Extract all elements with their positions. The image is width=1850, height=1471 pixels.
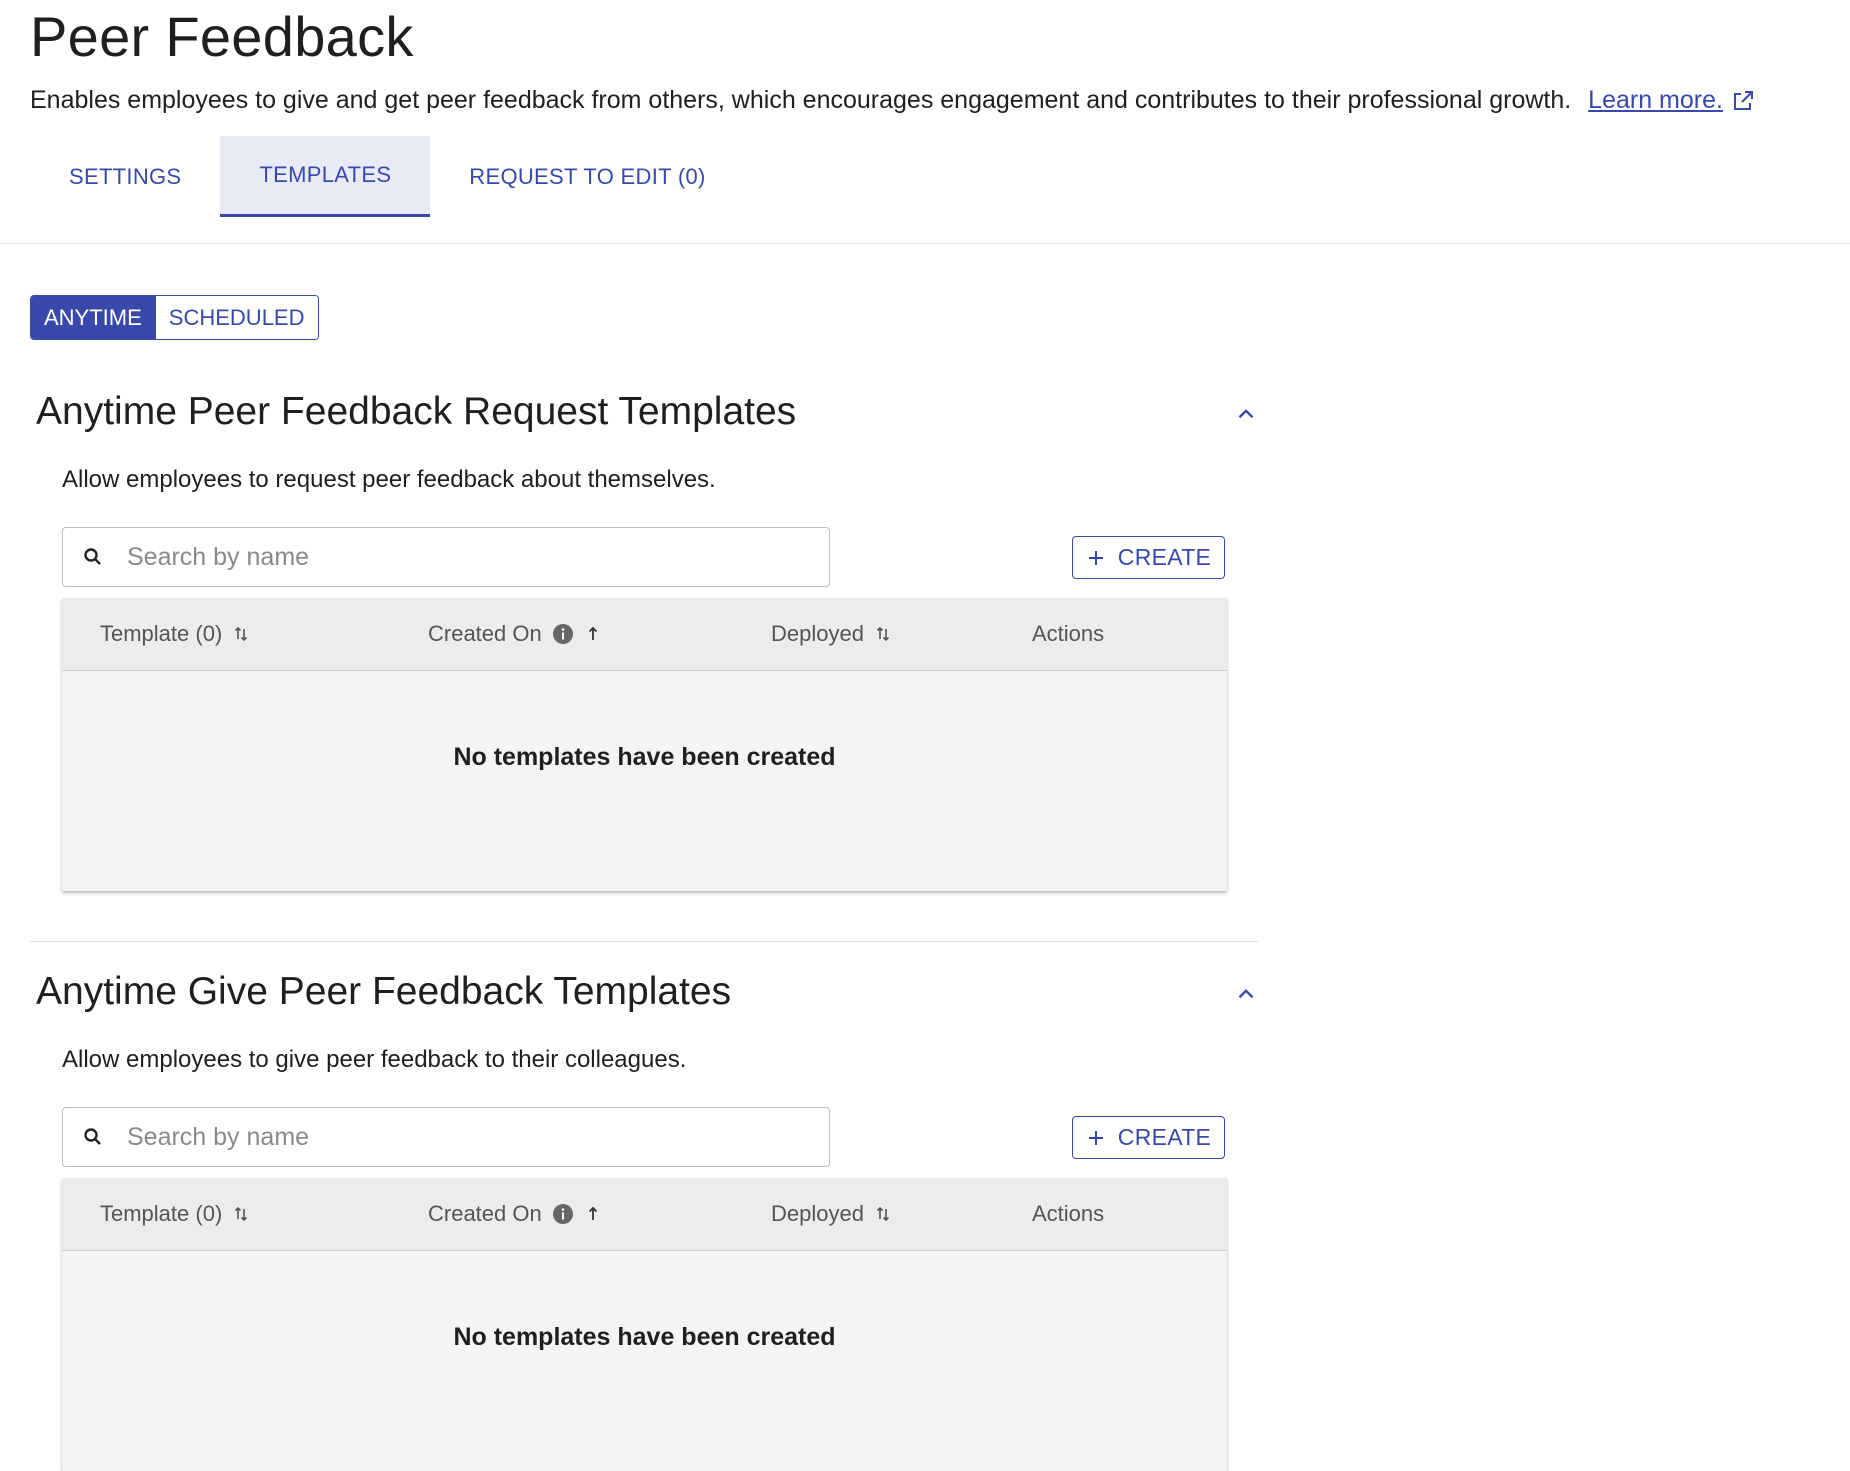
column-template: Template (0) [100, 598, 250, 670]
tab-divider [0, 243, 1850, 244]
sort-created-on-button[interactable] [584, 1205, 602, 1223]
search-icon [84, 548, 101, 565]
column-label: Deployed [771, 1201, 864, 1226]
create-label: CREATE [1117, 544, 1212, 570]
column-actions: Actions [1032, 598, 1104, 670]
anytime-option[interactable]: ANYTIME [31, 296, 155, 339]
section-description: Allow employees to give peer feedback to… [62, 1046, 687, 1073]
page-description: Enables employees to give and get peer f… [30, 86, 1755, 115]
create-button[interactable]: CREATE [1072, 1116, 1225, 1159]
column-label: Actions [1032, 621, 1105, 646]
sort-template-button[interactable] [232, 1205, 250, 1223]
column-actions: Actions [1032, 1178, 1104, 1250]
templates-table: Template (0) Created On Deployed Actions… [62, 1178, 1227, 1471]
learn-more-link[interactable]: Learn more. [1588, 86, 1755, 115]
plus-icon [1088, 550, 1103, 565]
external-link-icon [1733, 90, 1753, 110]
column-template: Template (0) [100, 1178, 250, 1250]
page-title: Peer Feedback [30, 5, 414, 68]
column-label: Deployed [771, 621, 864, 646]
arrow-up-icon [588, 626, 597, 640]
sort-icon [235, 626, 248, 642]
column-label: Template (0) [100, 621, 223, 646]
schedule-toggle: ANYTIME SCHEDULED [30, 295, 319, 340]
create-button[interactable]: CREATE [1072, 536, 1225, 579]
empty-state-message: No templates have been created [453, 742, 836, 771]
tab-templates[interactable]: TEMPLATES [220, 136, 431, 217]
give-templates-section: Anytime Give Peer Feedback Templates All… [30, 970, 1258, 1471]
section-title: Anytime Peer Feedback Request Templates [36, 390, 797, 433]
sort-icon [876, 1206, 890, 1222]
chevron-up-icon [1238, 409, 1254, 419]
sort-created-on-button[interactable] [584, 625, 602, 643]
section-description: Allow employees to request peer feedback… [62, 466, 716, 493]
plus-icon [1088, 1130, 1103, 1145]
sort-deployed-button[interactable] [874, 625, 892, 643]
scheduled-option[interactable]: SCHEDULED [154, 296, 318, 339]
collapse-button[interactable] [1230, 398, 1262, 430]
templates-table: Template (0) Created On Deployed Actions… [62, 598, 1227, 891]
column-label: Created On [428, 1201, 542, 1226]
column-label: Created On [428, 621, 542, 646]
table-header: Template (0) Created On Deployed Actions [62, 1178, 1227, 1251]
sort-template-button[interactable] [232, 625, 250, 643]
search-input[interactable] [125, 1121, 769, 1153]
request-templates-section: Anytime Peer Feedback Request Templates … [30, 390, 1258, 900]
section-divider [30, 941, 1258, 942]
column-deployed: Deployed [771, 598, 892, 670]
collapse-button[interactable] [1230, 978, 1262, 1010]
tab-request-to-edit[interactable]: REQUEST TO EDIT (0) [430, 136, 744, 217]
arrow-up-icon [588, 1206, 597, 1220]
sort-icon [876, 626, 890, 642]
empty-state-message: No templates have been created [453, 1322, 836, 1351]
search-field [62, 527, 830, 587]
tab-settings[interactable]: SETTINGS [30, 136, 220, 217]
sort-icon [235, 1206, 248, 1222]
search-icon [84, 1128, 101, 1145]
chevron-up-icon [1238, 989, 1254, 999]
search-field [62, 1107, 830, 1167]
column-label: Actions [1032, 1201, 1105, 1226]
learn-more-label: Learn more. [1588, 86, 1723, 114]
search-input[interactable] [125, 541, 769, 573]
column-created-on: Created On [428, 1178, 602, 1250]
info-icon[interactable] [552, 1203, 574, 1225]
column-deployed: Deployed [771, 1178, 892, 1250]
column-label: Template (0) [100, 1201, 223, 1226]
table-header: Template (0) Created On Deployed Actions [62, 598, 1227, 671]
tab-bar: SETTINGS TEMPLATES REQUEST TO EDIT (0) [30, 136, 745, 217]
description-text: Enables employees to give and get peer f… [30, 86, 1572, 114]
section-title: Anytime Give Peer Feedback Templates [36, 970, 732, 1013]
create-label: CREATE [1117, 1124, 1212, 1150]
column-created-on: Created On [428, 598, 602, 670]
sort-deployed-button[interactable] [874, 1205, 892, 1223]
info-icon[interactable] [552, 623, 574, 645]
